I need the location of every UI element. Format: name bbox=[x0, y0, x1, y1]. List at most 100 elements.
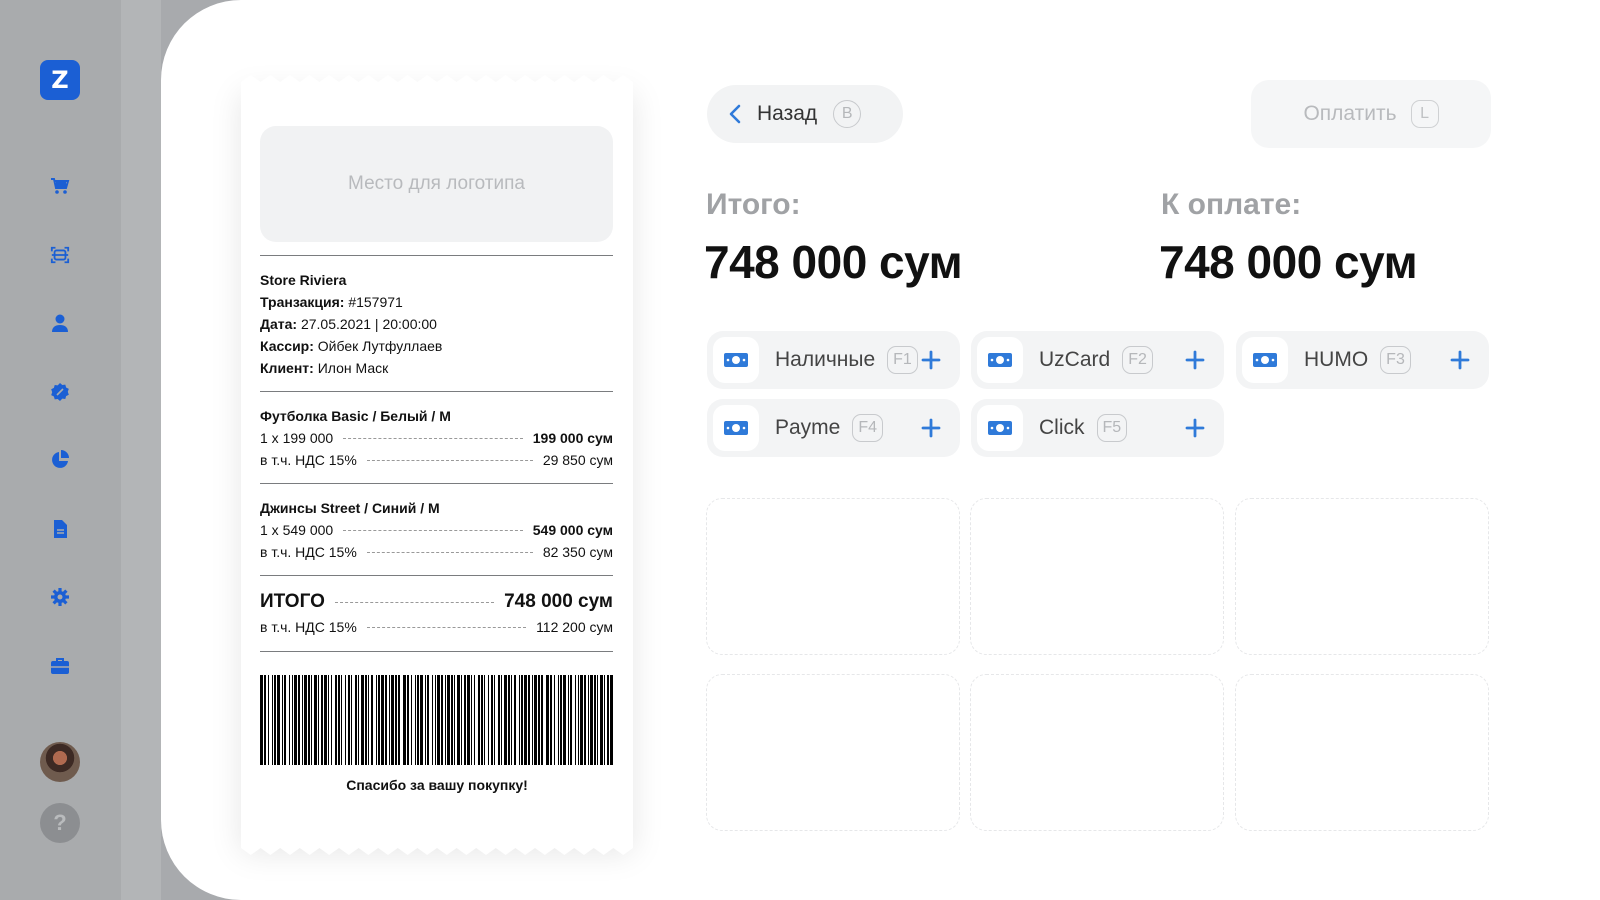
logo-placeholder-text: Место для логотипа bbox=[348, 173, 525, 194]
dashed-leader bbox=[334, 601, 495, 603]
barcode-bar bbox=[610, 675, 613, 765]
transaction-value: #157971 bbox=[348, 294, 403, 310]
payment-method-name: Наличные bbox=[775, 348, 876, 371]
receipt-bottom-edge bbox=[241, 841, 633, 855]
item-qty-row: 1 x 199 000 199 000 сум bbox=[260, 427, 613, 449]
document-icon[interactable] bbox=[50, 519, 70, 539]
cash-icon bbox=[713, 405, 759, 451]
cash-icon bbox=[977, 405, 1023, 451]
empty-payment-slot bbox=[970, 674, 1224, 831]
item-vat-row: в т.ч. НДС 15% 29 850 сум bbox=[260, 449, 613, 471]
date-value: 27.05.2021 | 20:00:00 bbox=[300, 316, 437, 332]
chevron-left-icon bbox=[729, 104, 741, 124]
back-label: Назад bbox=[757, 102, 818, 125]
date-line: Дата: 27.05.2021 | 20:00:00 bbox=[260, 313, 437, 335]
scan-icon[interactable] bbox=[50, 245, 70, 265]
shortcut-key: F4 bbox=[852, 414, 884, 442]
item-vat-value: 29 850 сум bbox=[542, 452, 613, 468]
total-value: 748 000 сум bbox=[504, 591, 613, 612]
receipt-top-edge bbox=[241, 75, 633, 89]
cash-icon bbox=[977, 337, 1023, 383]
shortcut-key: F5 bbox=[1096, 414, 1128, 442]
item-qty: 1 x 199 000 bbox=[260, 430, 334, 446]
main-panel: Место для логотипа Store Riviera Транзак… bbox=[161, 0, 1600, 900]
cashier-line: Кассир: Ойбек Лутфуллаев bbox=[260, 335, 442, 357]
briefcase-icon[interactable] bbox=[50, 656, 70, 676]
cashier-label: Кассир: bbox=[260, 338, 314, 354]
total-vat-row: в т.ч. НДС 15% 112 200 сум bbox=[260, 616, 613, 638]
payment-method-click[interactable]: Click F5 bbox=[971, 399, 1224, 457]
dashed-leader bbox=[343, 529, 523, 531]
user-icon[interactable] bbox=[50, 313, 70, 333]
help-icon[interactable]: ? bbox=[40, 803, 80, 843]
empty-payment-slot bbox=[1235, 674, 1489, 831]
due-label: К оплате: bbox=[1161, 188, 1302, 221]
receipt: Место для логотипа Store Riviera Транзак… bbox=[241, 75, 633, 855]
sidebar: Z ? bbox=[0, 0, 121, 900]
item-vat-value: 82 350 сум bbox=[542, 544, 613, 560]
shortcut-key: F2 bbox=[1122, 346, 1153, 374]
shortcut-key: L bbox=[1410, 100, 1439, 128]
settings-gear-icon[interactable] bbox=[50, 587, 70, 607]
dashed-leader bbox=[366, 551, 533, 553]
plus-icon[interactable] bbox=[1445, 345, 1475, 375]
total-amount: 748 000 сум bbox=[704, 236, 963, 288]
payment-method-humo[interactable]: HUMO F3 bbox=[1236, 331, 1489, 389]
item-vat-label: в т.ч. НДС 15% bbox=[260, 452, 357, 468]
divider bbox=[260, 391, 613, 392]
item-qty: 1 x 549 000 bbox=[260, 522, 334, 538]
total-vat-value: 112 200 сум bbox=[536, 619, 613, 635]
payment-method-payme[interactable]: Payme F4 bbox=[707, 399, 960, 457]
thanks-message: Спасибо за вашу покупку! bbox=[346, 777, 528, 793]
client-value: Илон Маск bbox=[317, 360, 389, 376]
store-name: Store Riviera bbox=[260, 269, 346, 291]
divider bbox=[260, 575, 613, 576]
total-row: ИТОГО 748 000 сум bbox=[260, 588, 613, 616]
client-line: Клиент: Илон Маск bbox=[260, 357, 388, 379]
empty-payment-slot bbox=[706, 498, 960, 655]
plus-icon[interactable] bbox=[916, 413, 946, 443]
plus-icon[interactable] bbox=[1180, 345, 1210, 375]
item-title: Джинсы Street / Синий / M bbox=[260, 497, 440, 519]
total-label: Итого: bbox=[706, 188, 801, 221]
cash-icon bbox=[1242, 337, 1288, 383]
dashed-leader bbox=[343, 437, 523, 439]
payment-method-name: UzCard bbox=[1039, 348, 1111, 371]
divider bbox=[260, 651, 613, 652]
sidebar-divider bbox=[121, 0, 161, 900]
app-logo[interactable]: Z bbox=[40, 60, 80, 100]
item-total: 549 000 сум bbox=[532, 522, 613, 538]
divider bbox=[260, 483, 613, 484]
payment-method-uzcard[interactable]: UzCard F2 bbox=[971, 331, 1224, 389]
avatar[interactable] bbox=[40, 742, 80, 782]
payment-method-name: HUMO bbox=[1304, 348, 1369, 371]
cashier-value: Ойбек Лутфуллаев bbox=[317, 338, 443, 354]
item-qty-row: 1 x 549 000 549 000 сум bbox=[260, 519, 613, 541]
logo-letter: Z bbox=[51, 66, 69, 94]
divider bbox=[260, 255, 613, 256]
empty-payment-slot bbox=[1235, 498, 1489, 655]
item-vat-label: в т.ч. НДС 15% bbox=[260, 544, 357, 560]
shortcut-key: F3 bbox=[1380, 346, 1411, 374]
payment-method-cash[interactable]: Наличные F1 bbox=[707, 331, 960, 389]
item-title-text: Футболка Basic / Белый / M bbox=[260, 408, 451, 424]
total-vat-label: в т.ч. НДС 15% bbox=[260, 619, 357, 635]
payment-method-name: Payme bbox=[775, 416, 841, 439]
due-amount: 748 000 сум bbox=[1159, 236, 1418, 288]
empty-payment-slot bbox=[970, 498, 1224, 655]
date-label: Дата: bbox=[260, 316, 298, 332]
plus-icon[interactable] bbox=[1180, 413, 1210, 443]
item-title: Футболка Basic / Белый / M bbox=[260, 405, 451, 427]
cart-icon[interactable] bbox=[50, 176, 70, 196]
pie-chart-icon[interactable] bbox=[50, 450, 70, 470]
pay-button[interactable]: Оплатить L bbox=[1251, 80, 1491, 148]
discount-badge-icon[interactable] bbox=[50, 382, 70, 402]
plus-icon[interactable] bbox=[916, 345, 946, 375]
item-title-text: Джинсы Street / Синий / M bbox=[260, 500, 440, 516]
total-label: ИТОГО bbox=[260, 591, 325, 612]
shortcut-key: F1 bbox=[887, 346, 918, 374]
pay-label: Оплатить bbox=[1303, 102, 1397, 125]
back-button[interactable]: Назад B bbox=[707, 85, 903, 143]
item-vat-row: в т.ч. НДС 15% 82 350 сум bbox=[260, 541, 613, 563]
barcode bbox=[260, 675, 613, 765]
